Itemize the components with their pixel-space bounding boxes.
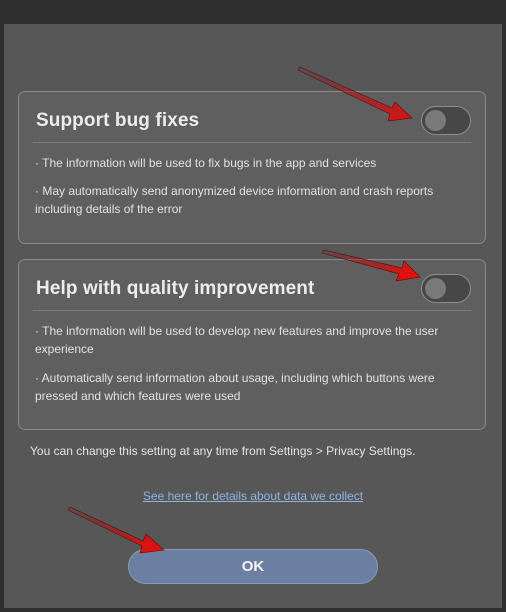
toggle-knob xyxy=(425,278,446,299)
quality-improvement-toggle[interactable] xyxy=(421,274,471,303)
toggle-knob xyxy=(425,110,446,131)
data-details-link[interactable]: See here for details about data we colle… xyxy=(143,489,363,503)
support-bug-fixes-title: Support bug fixes xyxy=(36,110,200,131)
bug-fixes-bullet-1: · The information will be used to fix bu… xyxy=(35,156,377,170)
quality-improvement-card: Help with quality improvement · The info… xyxy=(18,259,486,430)
quality-bullet-2: · Automatically send information about u… xyxy=(35,371,435,403)
divider xyxy=(33,310,471,311)
support-bug-fixes-toggle[interactable] xyxy=(421,106,471,135)
privacy-dialog: Support bug fixes · The information will… xyxy=(4,24,502,608)
divider xyxy=(33,142,471,143)
support-bug-fixes-card: Support bug fixes · The information will… xyxy=(18,91,486,244)
bug-fixes-bullet-2: · May automatically send anonymized devi… xyxy=(35,184,434,216)
quality-bullet-1: · The information will be used to develo… xyxy=(35,324,439,356)
ok-button[interactable]: OK xyxy=(128,549,378,584)
data-details-link-container: See here for details about data we colle… xyxy=(4,489,502,503)
quality-improvement-title: Help with quality improvement xyxy=(36,278,315,299)
settings-note: You can change this setting at any time … xyxy=(30,444,416,458)
